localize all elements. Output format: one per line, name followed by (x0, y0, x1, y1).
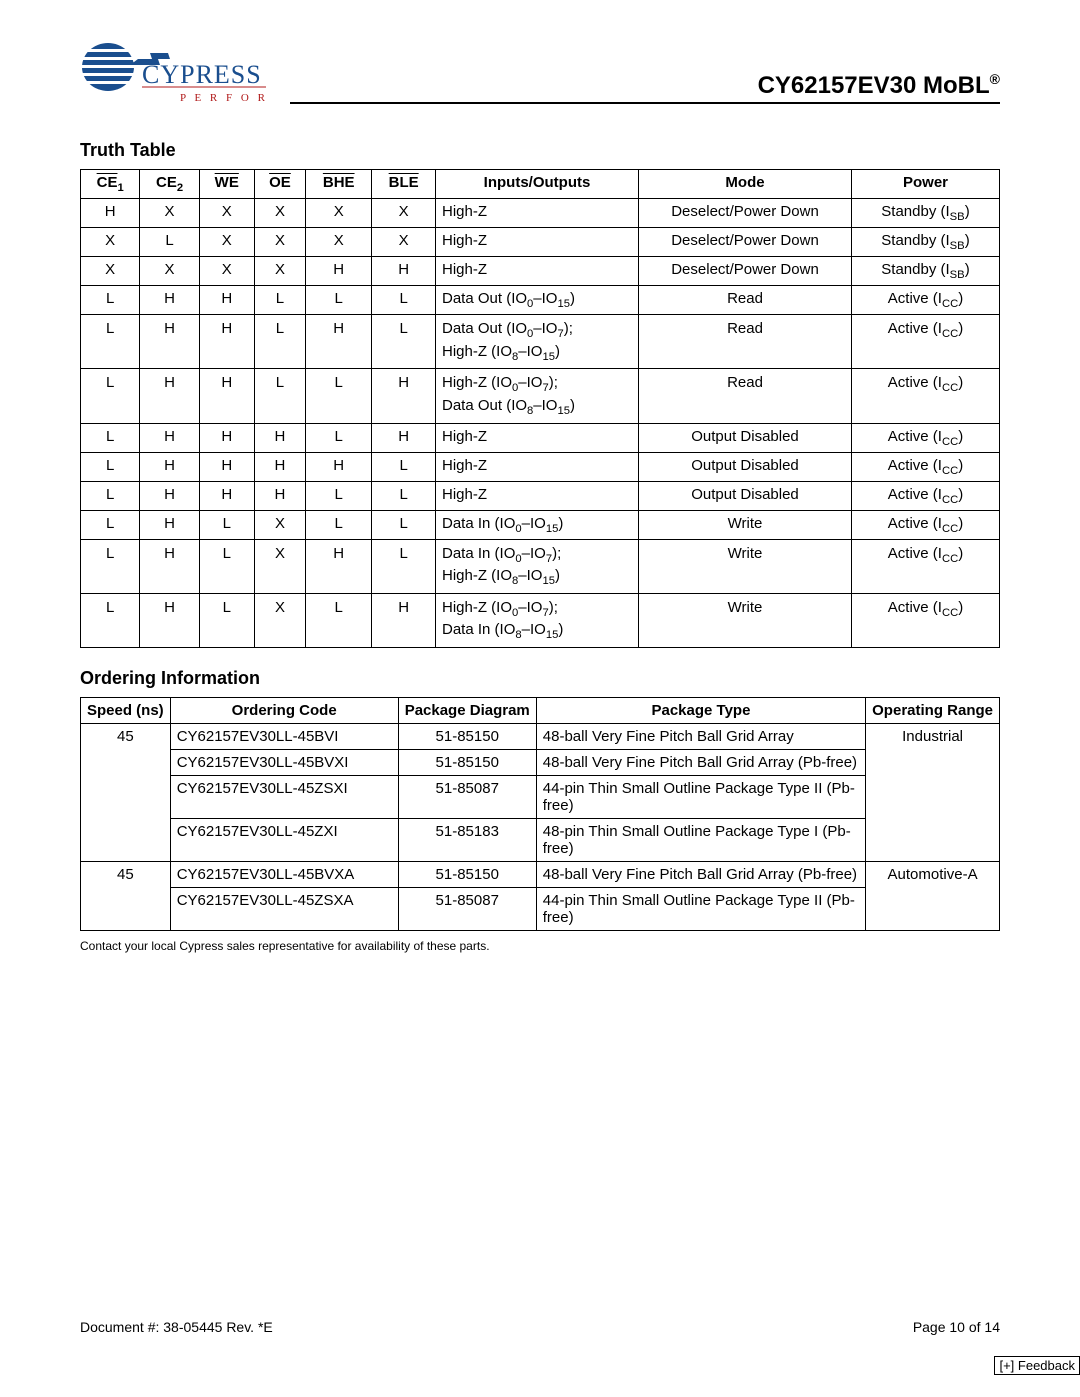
th-ce2: CE2 (140, 170, 199, 199)
th-range: Operating Range (866, 698, 1000, 724)
part-title: CY62157EV30 MoBL® (290, 71, 1000, 104)
table-row: LHLXLHHigh-Z (IO0–IO7);Data In (IO8–IO15… (81, 593, 1000, 647)
doc-number: Document #: 38-05445 Rev. *E (80, 1319, 273, 1335)
table-row: LHHHHLHigh-ZOutput DisabledActive (ICC) (81, 452, 1000, 481)
th-bhe: BHE (306, 170, 372, 199)
truth-table: CE1 CE2 WE OE BHE BLE Inputs/Outputs Mod… (80, 169, 1000, 648)
brand-text: CYPRESS (142, 60, 262, 89)
table-row: 45CY62157EV30LL-45BVXA51-8515048-ball Ve… (81, 862, 1000, 888)
table-row: LHHLLHHigh-Z (IO0–IO7);Data Out (IO8–IO1… (81, 369, 1000, 423)
truth-table-title: Truth Table (80, 140, 1000, 161)
th-type: Package Type (536, 698, 865, 724)
th-mode: Mode (639, 170, 852, 199)
th-ce1: CE1 (81, 170, 140, 199)
table-row: LHLXLLData In (IO0–IO15)WriteActive (ICC… (81, 510, 1000, 539)
table-row: CY62157EV30LL-45ZSXA51-8508744-pin Thin … (81, 888, 1000, 931)
th-power: Power (852, 170, 1000, 199)
th-we: WE (199, 170, 254, 199)
ordering-title: Ordering Information (80, 668, 1000, 689)
table-row: LHLXHLData In (IO0–IO7);High-Z (IO8–IO15… (81, 539, 1000, 593)
th-io: Inputs/Outputs (436, 170, 639, 199)
ordering-footnote: Contact your local Cypress sales represe… (80, 939, 1000, 953)
page-footer: Document #: 38-05445 Rev. *E Page 10 of … (80, 1319, 1000, 1335)
table-row: LHHHLLHigh-ZOutput DisabledActive (ICC) (81, 481, 1000, 510)
th-speed: Speed (ns) (81, 698, 171, 724)
cypress-logo: CYPRESS P E R F O R M (80, 35, 270, 110)
th-diag: Package Diagram (398, 698, 536, 724)
th-code: Ordering Code (170, 698, 398, 724)
table-row: LHHLHLData Out (IO0–IO7);High-Z (IO8–IO1… (81, 315, 1000, 369)
table-row: CY62157EV30LL-45ZSXI51-8508744-pin Thin … (81, 776, 1000, 819)
th-ble: BLE (372, 170, 436, 199)
ordering-table: Speed (ns) Ordering Code Package Diagram… (80, 697, 1000, 931)
th-oe: OE (254, 170, 305, 199)
table-row: 45CY62157EV30LL-45BVI51-8515048-ball Ver… (81, 724, 1000, 750)
feedback-button[interactable]: [+] Feedback (994, 1356, 1080, 1375)
table-row: LHHHLHHigh-ZOutput DisabledActive (ICC) (81, 423, 1000, 452)
tagline-text: P E R F O R M (180, 92, 270, 104)
table-row: XLXXXXHigh-ZDeselect/Power DownStandby (… (81, 228, 1000, 257)
table-row: XXXXHHHigh-ZDeselect/Power DownStandby (… (81, 257, 1000, 286)
table-row: CY62157EV30LL-45BVXI51-8515048-ball Very… (81, 750, 1000, 776)
table-row: LHHLLLData Out (IO0–IO15)ReadActive (ICC… (81, 286, 1000, 315)
page-number: Page 10 of 14 (913, 1319, 1000, 1335)
page-header: CYPRESS P E R F O R M CY62157EV30 MoBL® (80, 35, 1000, 110)
table-row: CY62157EV30LL-45ZXI51-8518348-pin Thin S… (81, 819, 1000, 862)
table-row: HXXXXXHigh-ZDeselect/Power DownStandby (… (81, 199, 1000, 228)
